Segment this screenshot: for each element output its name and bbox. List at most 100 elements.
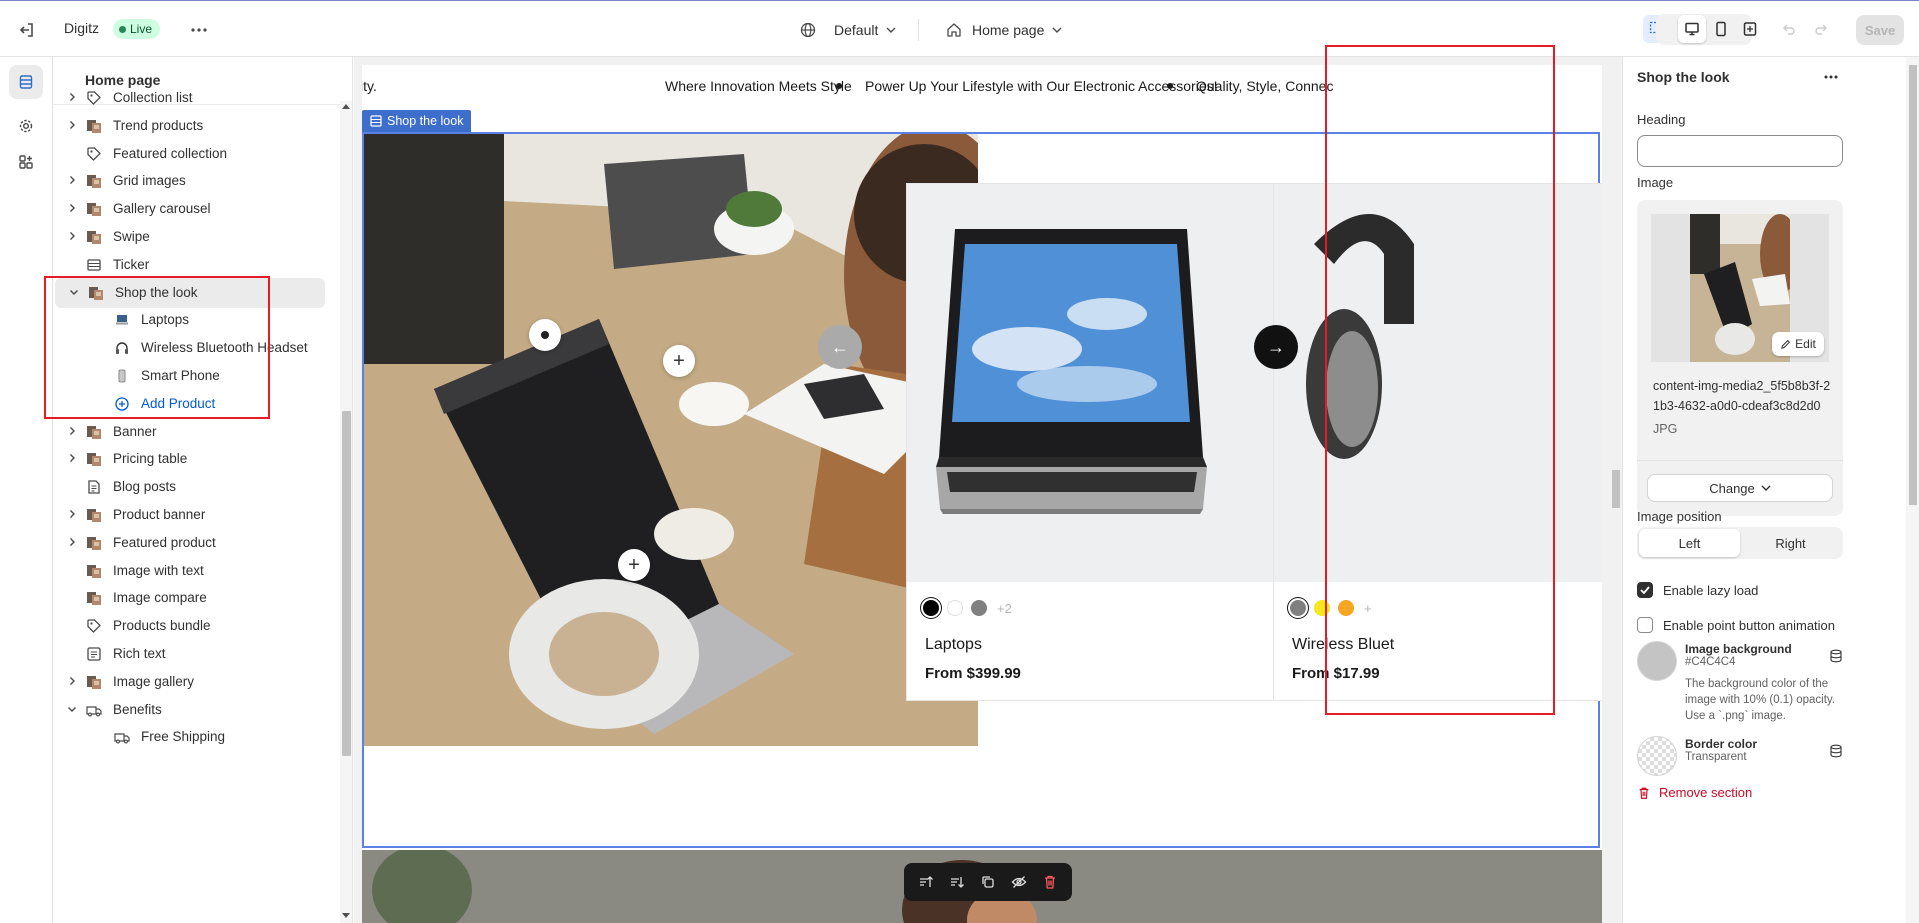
border-color-swatch[interactable]: [1637, 736, 1677, 776]
canvas-scrollbar[interactable]: [1609, 57, 1622, 923]
delete-icon[interactable]: [1042, 874, 1058, 890]
mobile-view-button[interactable]: [1707, 15, 1735, 43]
sidebar-subitem-free-shipping[interactable]: Free Shipping: [53, 722, 333, 752]
chevron-right-icon[interactable]: [67, 203, 77, 213]
canvas-scroll-thumb[interactable]: [1612, 470, 1620, 508]
move-up-icon[interactable]: [918, 874, 934, 890]
chevron-right-icon[interactable]: [67, 509, 77, 519]
chevron-right-icon[interactable]: [67, 453, 77, 463]
scroll-up-arrow[interactable]: [342, 103, 350, 109]
theme-select[interactable]: Default: [800, 17, 896, 43]
remove-section-button[interactable]: Remove section: [1637, 785, 1752, 800]
sidebar-item-image-compare[interactable]: Image compare: [53, 583, 333, 613]
hotspot-point-headset[interactable]: +: [618, 549, 650, 581]
sidebar-item-label: Pricing table: [113, 451, 188, 467]
redo-button[interactable]: [1807, 15, 1835, 43]
sidebar-item-shop-the-look[interactable]: Shop the look: [55, 277, 325, 308]
more-options-icon[interactable]: [1823, 69, 1839, 85]
panel-scrollbar[interactable]: [1906, 57, 1919, 923]
sidebar-item-pricing-table[interactable]: Pricing table: [53, 444, 333, 474]
chevron-right-icon[interactable]: [67, 231, 77, 241]
add-product-button[interactable]: Add Product: [53, 389, 333, 419]
carousel-prev-button[interactable]: ←: [818, 325, 862, 369]
sidebar-item-image-with-text[interactable]: Image with text: [53, 556, 333, 586]
sidebar-item-benefits[interactable]: Benefits: [53, 695, 333, 725]
point-animation-checkbox[interactable]: [1637, 617, 1653, 633]
add-product-label: Add Product: [141, 395, 216, 411]
sidebar-scrollbar[interactable]: [340, 101, 352, 923]
product-title[interactable]: Laptops: [925, 636, 982, 654]
scroll-down-arrow[interactable]: [342, 913, 350, 919]
sidebar-subitem-wireless-bluetooth-headset[interactable]: Wireless Bluetooth Headset: [53, 333, 333, 363]
sidebar-item-image-gallery[interactable]: Image gallery: [53, 667, 333, 697]
chevron-down-icon[interactable]: [67, 704, 77, 714]
move-down-icon[interactable]: [949, 874, 965, 890]
sidebar-item-gallery-carousel[interactable]: Gallery carousel: [53, 194, 333, 224]
chevron-right-icon[interactable]: [67, 537, 77, 547]
desktop-view-button[interactable]: [1678, 15, 1706, 43]
chevron-right-icon[interactable]: [67, 120, 77, 130]
sidebar-subitem-laptops[interactable]: Laptops: [53, 305, 333, 335]
sidebar-item-banner[interactable]: Banner: [53, 417, 333, 447]
page-select[interactable]: Home page: [946, 17, 1062, 43]
panel-scroll-thumb[interactable]: [1909, 65, 1917, 505]
product-title[interactable]: Wireless Bluet: [1292, 636, 1394, 654]
undo-button[interactable]: [1775, 15, 1803, 43]
chevron-right-icon[interactable]: [67, 676, 77, 686]
image-label: Image: [1637, 175, 1674, 190]
lazy-load-row[interactable]: Enable lazy load: [1637, 582, 1758, 598]
store-name[interactable]: Digitz: [64, 20, 99, 36]
chevron-right-icon[interactable]: [67, 426, 77, 436]
more-options-icon[interactable]: [186, 17, 212, 43]
hotspot-point-phone[interactable]: +: [663, 345, 695, 377]
save-button[interactable]: Save: [1856, 15, 1904, 45]
sidebar-item-blog-posts[interactable]: Blog posts: [53, 472, 333, 502]
chevron-right-icon[interactable]: [67, 175, 77, 185]
product-card[interactable]: +2 Laptops From $399.99: [906, 183, 1306, 701]
hide-icon[interactable]: [1011, 874, 1027, 890]
product-card[interactable]: + Wireless Bluet From $17.99: [1273, 183, 1602, 701]
color-swatch[interactable]: [1314, 600, 1330, 616]
sections-rail-button[interactable]: [9, 65, 43, 99]
color-swatch[interactable]: [923, 600, 939, 616]
sidebar-item-featured-product[interactable]: Featured product: [53, 528, 333, 558]
sidebar-item-grid-images[interactable]: Grid images: [53, 166, 333, 196]
sidebar-item-featured-collection[interactable]: Featured collection: [53, 139, 333, 169]
sidebar-item-product-banner[interactable]: Product banner: [53, 500, 333, 530]
sidebar-item-trend-products[interactable]: Trend products: [53, 111, 333, 141]
chevron-right-icon[interactable]: [67, 92, 77, 102]
image-edit-button[interactable]: Edit: [1772, 332, 1824, 356]
sidebar-item-products-bundle[interactable]: Products bundle: [53, 611, 333, 641]
color-swatch[interactable]: [947, 600, 963, 616]
point-animation-row[interactable]: Enable point button animation: [1637, 617, 1835, 633]
sidebar-item-collection-list[interactable]: Collection list: [53, 83, 333, 113]
image-position-left[interactable]: Left: [1639, 529, 1740, 557]
change-image-button[interactable]: Change: [1647, 474, 1833, 502]
chevron-down-icon[interactable]: [69, 287, 79, 297]
lazy-load-label: Enable lazy load: [1663, 582, 1759, 598]
theme-settings-rail-button[interactable]: [9, 109, 43, 143]
apps-rail-button[interactable]: [9, 145, 43, 179]
sidebar-item-swipe[interactable]: Swipe: [53, 222, 333, 252]
sidebar-scroll-thumb[interactable]: [342, 411, 351, 756]
heading-input[interactable]: [1637, 135, 1843, 167]
top-bar: Digitz Live Default Home page Save: [0, 0, 1919, 57]
image-position-right[interactable]: Right: [1740, 529, 1841, 557]
color-swatch[interactable]: [1290, 600, 1306, 616]
sidebar-subitem-smart-phone[interactable]: Smart Phone: [53, 361, 333, 391]
lazy-load-checkbox[interactable]: [1637, 582, 1653, 598]
duplicate-icon[interactable]: [980, 874, 996, 890]
carousel-next-button[interactable]: →: [1254, 325, 1298, 369]
color-swatch[interactable]: [971, 600, 987, 616]
dynamic-source-icon[interactable]: [1829, 649, 1843, 663]
dynamic-source-icon[interactable]: [1829, 744, 1843, 758]
fullwidth-view-button[interactable]: [1736, 15, 1764, 43]
mobile-icon: [1716, 21, 1726, 37]
sidebar-item-rich-text[interactable]: Rich text: [53, 639, 333, 669]
hotspot-point-laptops[interactable]: [529, 319, 561, 351]
color-swatch[interactable]: [1338, 600, 1354, 616]
image-background-swatch[interactable]: [1637, 641, 1677, 681]
section-tag[interactable]: Shop the look: [362, 110, 472, 132]
sidebar-item-ticker[interactable]: Ticker: [53, 250, 333, 280]
exit-icon[interactable]: [14, 17, 40, 43]
